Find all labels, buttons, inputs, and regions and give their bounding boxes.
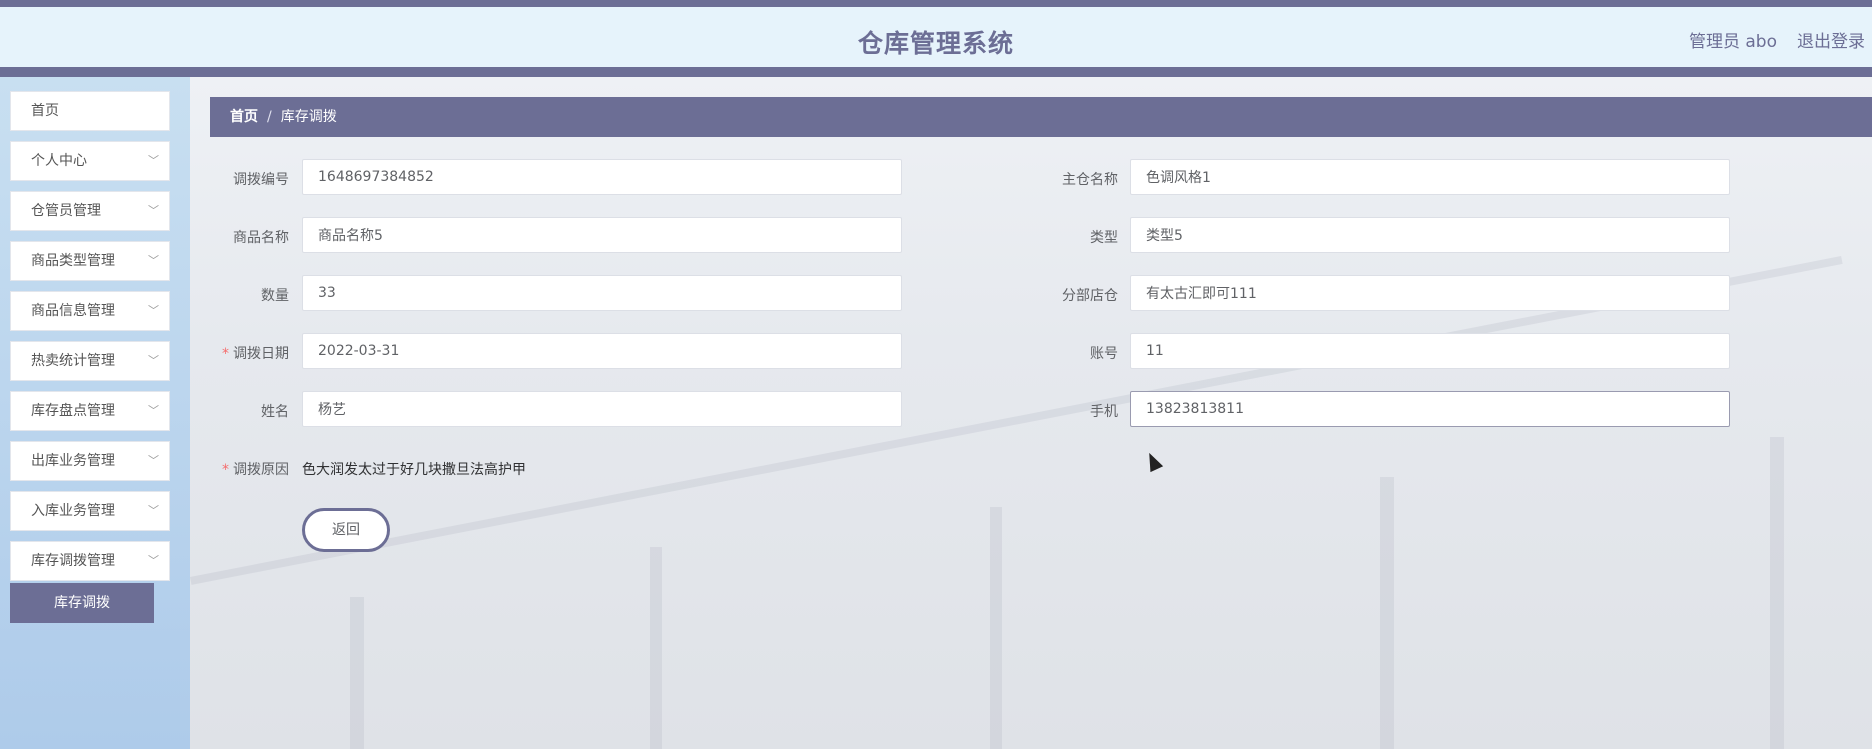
sidebar-item-label: 仓管员管理 (31, 203, 101, 219)
sidebar-item-label: 出库业务管理 (31, 453, 115, 469)
quantity-label: 数量 (261, 288, 289, 304)
background-decoration (1380, 477, 1394, 749)
mouse-cursor-icon (1142, 449, 1164, 473)
top-header: 仓库管理系统 管理员 abo 退出登录 (0, 0, 1872, 77)
sidebar-item-outbound[interactable]: 出库业务管理 ﹀ (10, 441, 170, 481)
phone-field[interactable] (1130, 391, 1730, 427)
sidebar-item-warehouse-staff[interactable]: 仓管员管理 ﹀ (10, 191, 170, 231)
transfer-date-label: * 调拨日期 (222, 346, 289, 362)
transfer-no-label: 调拨编号 (233, 172, 289, 188)
branch-warehouse-label: 分部店仓 (1062, 288, 1118, 304)
sidebar-item-personal-center[interactable]: 个人中心 ﹀ (10, 141, 170, 181)
background-decoration (1770, 437, 1784, 749)
chevron-down-icon: ﹀ (148, 254, 159, 267)
sidebar-item-stock-transfer[interactable]: 库存调拨管理 ﹀ (10, 541, 170, 581)
breadcrumb-separator: / (267, 109, 272, 125)
account-label: 账号 (1090, 346, 1118, 362)
chevron-down-icon: ﹀ (148, 554, 159, 567)
chevron-down-icon: ﹀ (148, 354, 159, 367)
sidebar-item-hot-sales[interactable]: 热卖统计管理 ﹀ (10, 341, 170, 381)
sidebar-item-home[interactable]: 首页 (10, 91, 170, 131)
chevron-down-icon: ﹀ (148, 154, 159, 167)
sidebar: 首页 个人中心 ﹀ 仓管员管理 ﹀ 商品类型管理 ﹀ 商品信息管理 ﹀ 热卖统计… (0, 77, 190, 749)
account-field[interactable] (1130, 333, 1730, 369)
sidebar-item-label: 首页 (31, 103, 59, 119)
type-label: 类型 (1090, 230, 1118, 246)
type-field[interactable] (1130, 217, 1730, 253)
chevron-down-icon: ﹀ (148, 404, 159, 417)
breadcrumb: 首页 / 库存调拨 (210, 97, 1872, 137)
sidebar-subitem-stock-transfer[interactable]: 库存调拨 (10, 583, 154, 623)
sidebar-item-label: 入库业务管理 (31, 503, 115, 519)
main-warehouse-label: 主仓名称 (1062, 172, 1118, 188)
logout-link[interactable]: 退出登录 (1797, 27, 1865, 52)
phone-label: 手机 (1090, 404, 1118, 420)
sidebar-item-inbound[interactable]: 入库业务管理 ﹀ (10, 491, 170, 531)
background-decoration (990, 507, 1002, 749)
name-field[interactable] (302, 391, 902, 427)
sidebar-item-label: 库存盘点管理 (31, 403, 115, 419)
transfer-no-field[interactable] (302, 159, 902, 195)
branch-warehouse-field[interactable] (1130, 275, 1730, 311)
back-button[interactable]: 返回 (302, 508, 390, 552)
name-label: 姓名 (261, 404, 289, 420)
app-title: 仓库管理系统 (857, 29, 1014, 58)
chevron-down-icon: ﹀ (148, 454, 159, 467)
quantity-field[interactable] (302, 275, 902, 311)
main-warehouse-field[interactable] (1130, 159, 1730, 195)
main-content: 首页/库存调拨 调拨编号 主仓名称 商品名称 类型 数量 分部店仓 *调拨日期 … (190, 77, 1872, 749)
transfer-date-field[interactable] (302, 333, 902, 369)
sidebar-item-label: 商品类型管理 (31, 253, 115, 269)
sidebar-item-inventory-check[interactable]: 库存盘点管理 ﹀ (10, 391, 170, 431)
breadcrumb-home[interactable]: 首页 (230, 109, 258, 125)
sidebar-item-label: 库存调拨管理 (31, 553, 115, 569)
sidebar-item-label: 热卖统计管理 (31, 353, 115, 369)
current-user: 管理员 abo (1688, 32, 1777, 52)
background-decoration (350, 597, 364, 749)
reason-text: 色大润发太过于好几块撒旦法高护甲 (302, 462, 526, 478)
required-mark: * (222, 462, 229, 478)
background-decoration (650, 547, 662, 749)
sidebar-item-product-info[interactable]: 商品信息管理 ﹀ (10, 291, 170, 331)
product-name-label: 商品名称 (233, 230, 289, 246)
required-mark: * (222, 346, 229, 362)
product-name-field[interactable] (302, 217, 902, 253)
chevron-down-icon: ﹀ (148, 204, 159, 217)
sidebar-item-label: 个人中心 (31, 153, 87, 169)
sidebar-item-product-types[interactable]: 商品类型管理 ﹀ (10, 241, 170, 281)
reason-label: * 调拨原因 (222, 462, 289, 478)
breadcrumb-current: 库存调拨 (280, 109, 337, 125)
chevron-down-icon: ﹀ (148, 304, 159, 317)
sidebar-item-label: 商品信息管理 (31, 303, 115, 319)
chevron-down-icon: ﹀ (148, 504, 159, 517)
